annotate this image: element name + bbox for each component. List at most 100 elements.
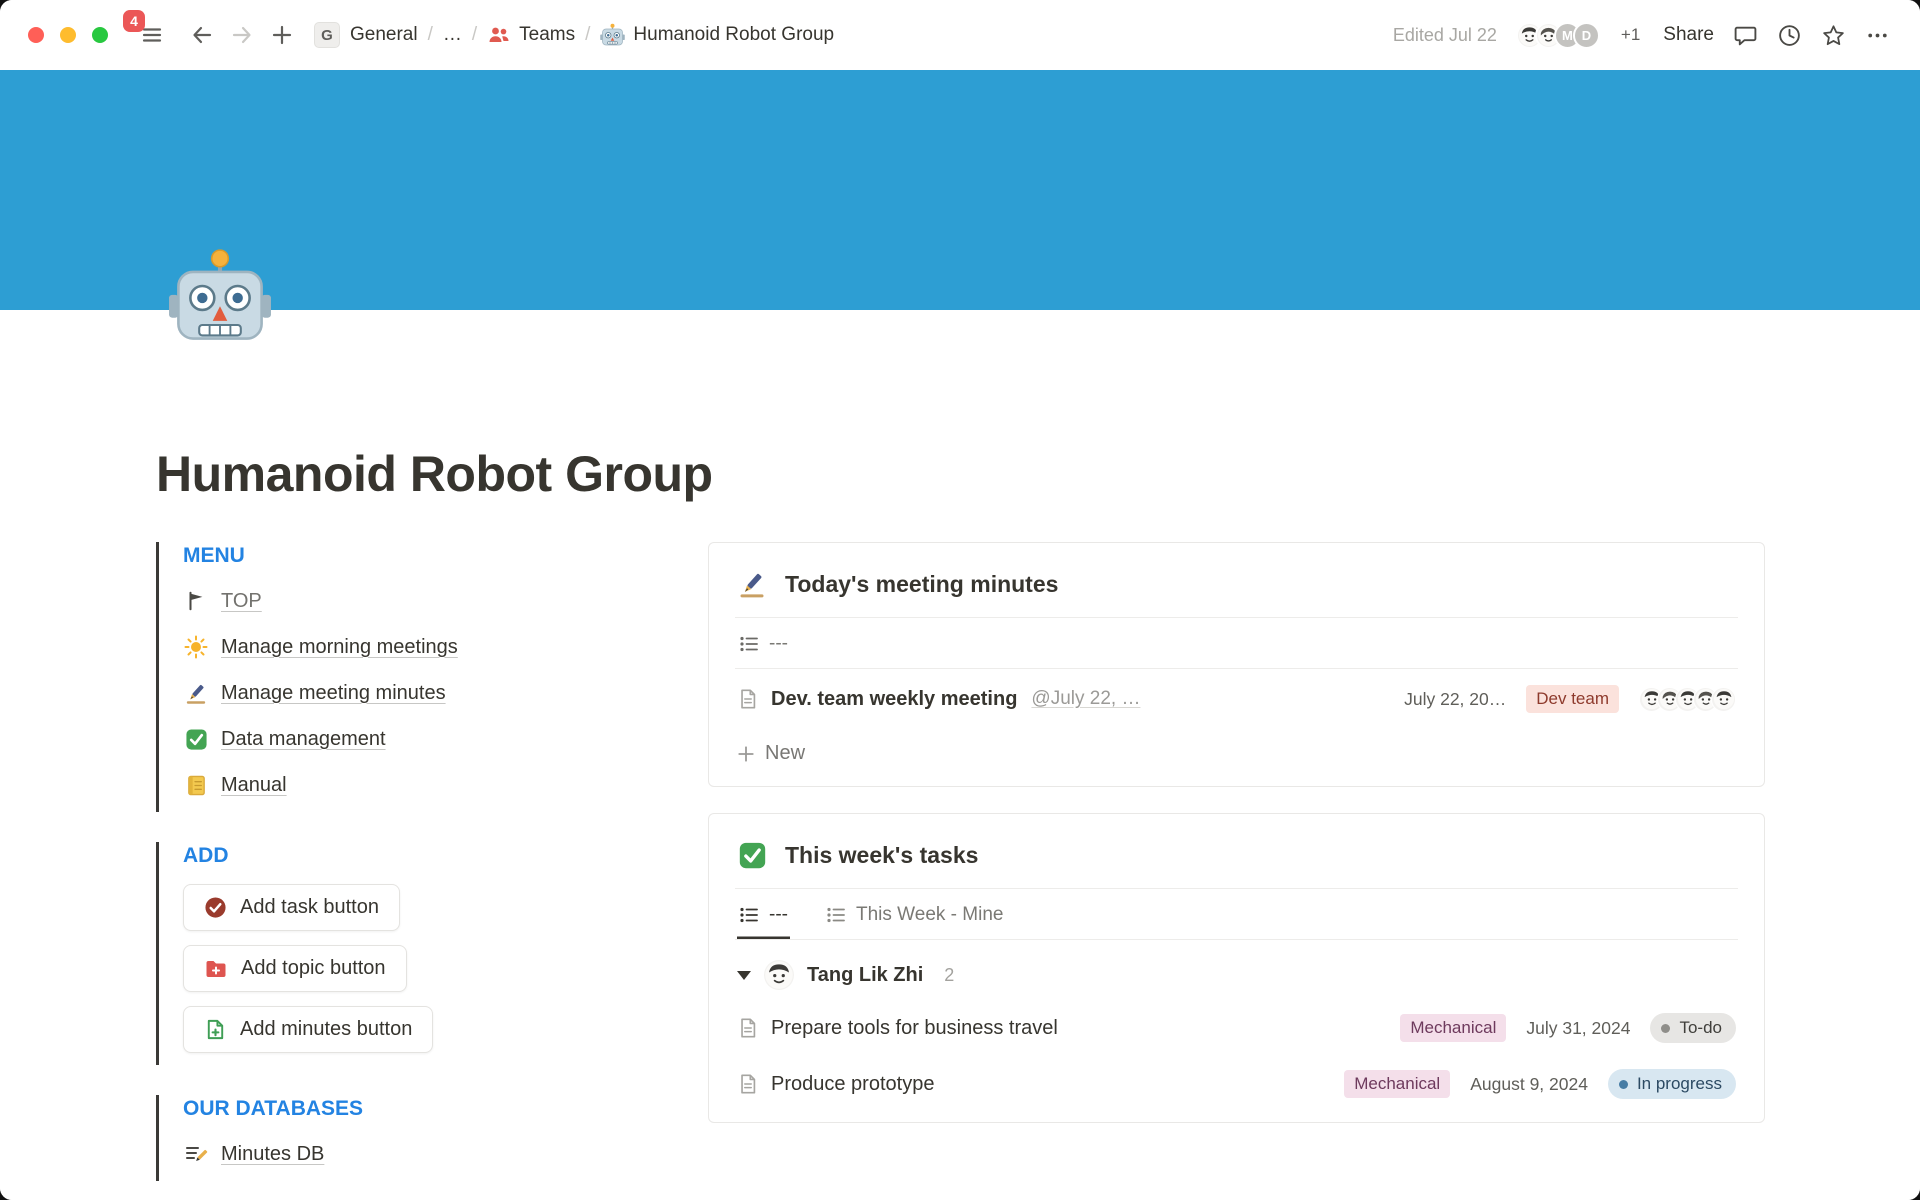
check-box-icon (183, 726, 209, 752)
status-label: In progress (1637, 1074, 1722, 1094)
assignee-avatar (764, 960, 794, 990)
breadcrumb-separator: / (428, 24, 433, 46)
titlebar: 4 (0, 0, 1920, 70)
memo-icon (183, 1141, 209, 1167)
page-robot-icon[interactable] (168, 247, 272, 351)
check-box-icon (737, 840, 767, 870)
group-task-count: 2 (944, 965, 954, 986)
collaborator-avatars[interactable]: M D (1516, 22, 1600, 49)
menu-link-data-management[interactable]: Data management (183, 716, 652, 762)
avatar-overflow-count[interactable]: +1 (1621, 25, 1640, 45)
page-icon (737, 1073, 759, 1095)
task-title: Prepare tools for business travel (771, 1017, 1058, 1040)
page-icon (737, 688, 759, 710)
databases-section: OUR DATABASES Minutes DB (156, 1095, 652, 1181)
page-cover[interactable] (0, 70, 1920, 310)
meeting-date-mention[interactable]: @July 22, … (1031, 688, 1140, 710)
status-dot (1661, 1024, 1670, 1033)
task-row[interactable]: Prepare tools for business travel Mechan… (735, 1000, 1738, 1056)
titlebar-actions: Edited Jul 22 M D +1 Share (1393, 22, 1890, 49)
forward-arrow-icon (230, 23, 254, 47)
list-view-icon (739, 905, 759, 925)
add-minutes-button[interactable]: Add minutes button (183, 1006, 433, 1053)
add-section: ADD Add task button Add topic button (156, 842, 652, 1065)
task-row[interactable]: Produce prototype Mechanical August 9, 2… (735, 1056, 1738, 1112)
page-content: MENU TOP Manage morning meetings (0, 542, 1920, 1200)
weekly-tasks-header: This week's tasks (735, 834, 1738, 888)
fullscreen-window-button[interactable] (92, 27, 108, 43)
status-label: To-do (1679, 1018, 1722, 1038)
status-badge: In progress (1608, 1069, 1736, 1099)
view-tab-label: --- (769, 904, 788, 926)
menu-link-top[interactable]: TOP (183, 578, 652, 624)
workspace-icon[interactable]: G (314, 22, 340, 48)
breadcrumb-collapsed[interactable]: … (443, 24, 462, 46)
database-link-minutes-db[interactable]: Minutes DB (183, 1131, 652, 1177)
category-tag: Mechanical (1400, 1014, 1506, 1042)
card-title: Today's meeting minutes (785, 571, 1058, 598)
menu-link-label: Manual (221, 774, 287, 797)
more-options-icon[interactable] (1865, 23, 1890, 48)
view-tab-label: --- (769, 633, 788, 655)
minimize-window-button[interactable] (60, 27, 76, 43)
meeting-minutes-header: Today's meeting minutes (735, 563, 1738, 617)
view-tab-default[interactable]: --- (737, 891, 790, 939)
menu-link-label: Manage meeting minutes (221, 682, 446, 705)
check-circle-icon (204, 896, 227, 919)
meeting-row[interactable]: Dev. team weekly meeting @July 22, … Jul… (735, 669, 1738, 729)
avatar (1711, 687, 1736, 712)
new-page-button[interactable] (264, 17, 300, 53)
meeting-properties: July 22, 20… Dev team (1404, 685, 1736, 713)
add-minutes-label: Add minutes button (240, 1018, 412, 1041)
attendee-avatars (1639, 687, 1736, 712)
writing-hand-icon (183, 680, 209, 706)
left-column: MENU TOP Manage morning meetings (156, 542, 708, 1200)
writing-hand-icon (737, 569, 767, 599)
view-tab-default[interactable]: --- (737, 620, 790, 668)
add-task-button[interactable]: Add task button (183, 884, 400, 931)
menu-link-manual[interactable]: Manual (183, 762, 652, 808)
menu-heading: MENU (183, 544, 652, 568)
forward-button[interactable] (224, 17, 260, 53)
add-heading: ADD (183, 844, 652, 868)
comments-icon[interactable] (1733, 23, 1758, 48)
robot-icon (168, 247, 272, 351)
breadcrumb-workspace[interactable]: General (350, 24, 418, 46)
group-assignee-name[interactable]: Tang Lik Zhi (807, 964, 923, 987)
breadcrumb-current-page[interactable]: Humanoid Robot Group (600, 23, 834, 48)
list-view-icon (739, 634, 759, 654)
menu-link-meeting-minutes[interactable]: Manage meeting minutes (183, 670, 652, 716)
flag-icon (183, 588, 209, 614)
history-clock-icon[interactable] (1777, 23, 1802, 48)
back-button[interactable] (184, 17, 220, 53)
task-group-header: Tang Lik Zhi 2 (735, 940, 1738, 1000)
close-window-button[interactable] (28, 27, 44, 43)
sun-icon (183, 634, 209, 660)
app-window: 4 (0, 0, 1920, 1200)
page-icon (737, 1017, 759, 1039)
menu-link-label: TOP (221, 590, 262, 613)
list-view-icon (826, 905, 846, 925)
add-task-label: Add task button (240, 896, 379, 919)
minutes-view-tabs: --- (735, 618, 1738, 669)
menu-section: MENU TOP Manage morning meetings (156, 542, 652, 812)
breadcrumb-teams[interactable]: Teams (487, 23, 575, 47)
task-title: Produce prototype (771, 1073, 934, 1096)
breadcrumb-separator: / (472, 24, 477, 46)
green-document-icon (204, 1018, 227, 1041)
breadcrumb-separator: / (585, 24, 590, 46)
add-topic-button[interactable]: Add topic button (183, 945, 407, 992)
add-topic-label: Add topic button (241, 957, 386, 980)
avatar-initial: D (1573, 22, 1600, 49)
collapse-triangle-icon[interactable] (737, 971, 751, 980)
menu-link-morning-meetings[interactable]: Manage morning meetings (183, 624, 652, 670)
databases-heading: OUR DATABASES (183, 1097, 652, 1121)
new-meeting-button[interactable]: New (735, 729, 1738, 776)
favorite-star-icon[interactable] (1821, 23, 1846, 48)
breadcrumb-teams-label: Teams (519, 24, 575, 46)
weekly-tasks-card: This week's tasks --- This Week - Mine (708, 813, 1765, 1123)
category-tag: Mechanical (1344, 1070, 1450, 1098)
sidebar-toggle-button[interactable]: 4 (134, 17, 170, 53)
view-tab-this-week-mine[interactable]: This Week - Mine (824, 891, 1005, 939)
share-button[interactable]: Share (1663, 24, 1714, 46)
